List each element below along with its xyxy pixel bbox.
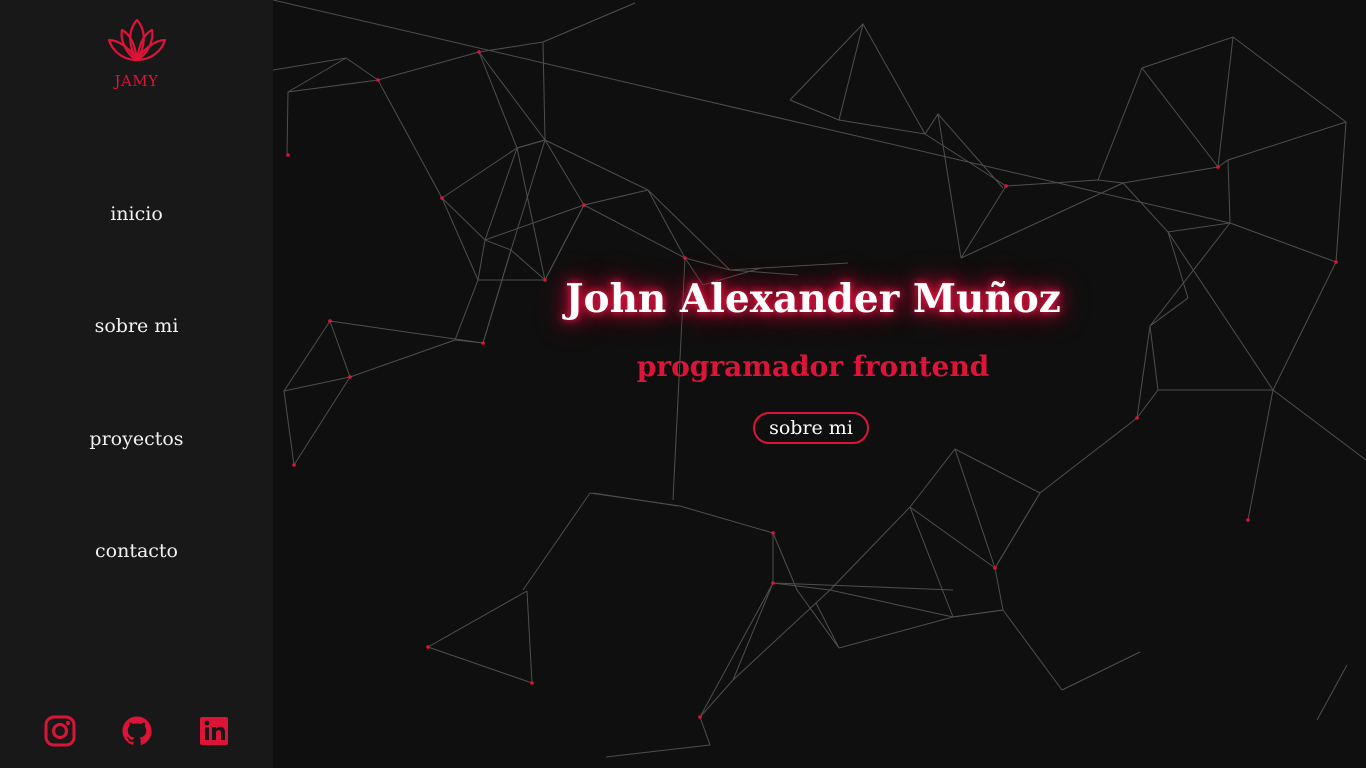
hero-section: John Alexander Muñoz programador fronten… (273, 0, 1366, 768)
linkedin-icon[interactable] (198, 715, 230, 747)
instagram-icon[interactable] (44, 715, 76, 747)
hero-title: John Alexander Muñoz (565, 276, 1061, 322)
lotus-logo-icon (107, 18, 166, 62)
nav-item-inicio[interactable]: inicio (0, 203, 273, 225)
sidebar: JAMY inicio sobre mi proyectos contacto (0, 0, 273, 768)
logo-text: JAMY (114, 72, 159, 90)
github-icon[interactable] (121, 715, 153, 747)
hero-subtitle: programador frontend (636, 350, 990, 383)
nav-item-proyectos[interactable]: proyectos (0, 428, 273, 450)
nav-item-sobre-mi[interactable]: sobre mi (0, 315, 273, 337)
sobre-mi-button[interactable]: sobre mi (753, 412, 869, 444)
logo[interactable]: JAMY (0, 16, 273, 90)
nav-item-contacto[interactable]: contacto (0, 540, 273, 562)
